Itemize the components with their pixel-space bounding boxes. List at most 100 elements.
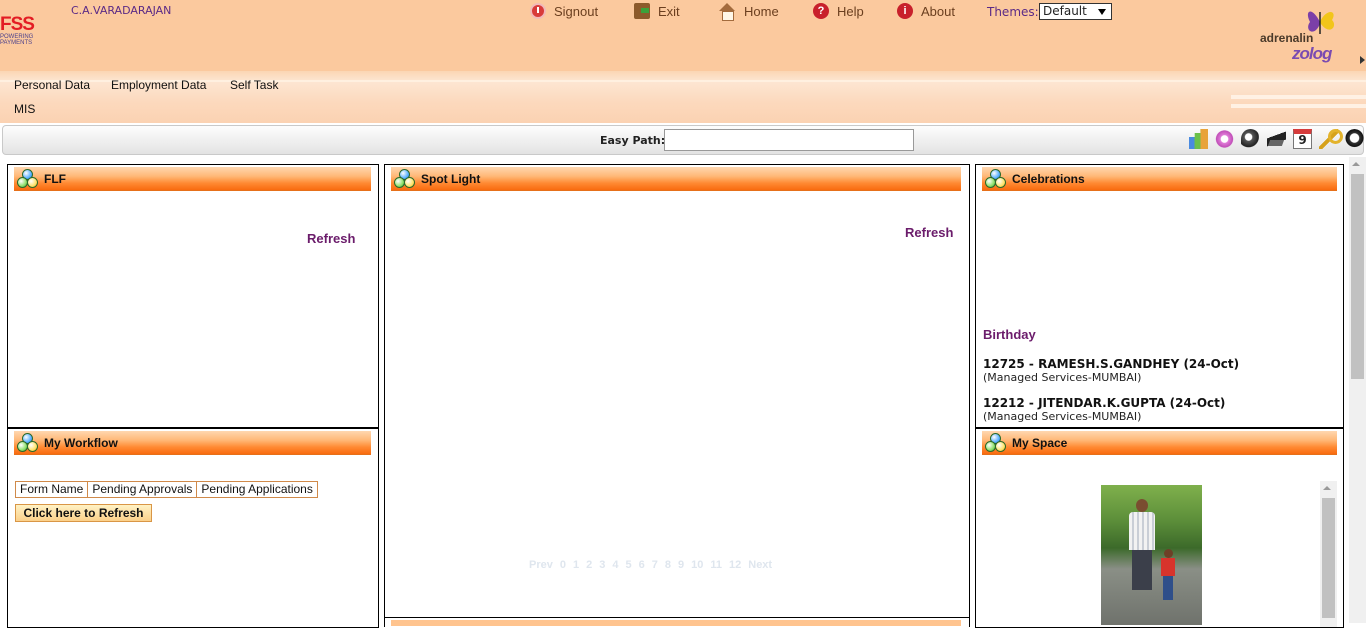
spotlight-lower-panel [384,617,970,627]
pager-page[interactable]: 12 [729,559,741,571]
expand-arrow-icon[interactable] [1360,56,1365,64]
spotlight-pager: Prev 0 1 2 3 4 5 6 7 8 9 10 11 12 Next [529,559,779,571]
scrollbar-thumb[interactable] [1351,174,1364,379]
menu-personal-data[interactable]: Personal Data [14,78,90,92]
signout-link[interactable]: Signout [530,2,598,20]
pager-page[interactable]: 5 [625,559,631,571]
pager-page[interactable]: 9 [678,559,684,571]
menu-divider [1231,95,1366,99]
spotlight-title: Spot Light [421,172,481,186]
birthday-heading: Birthday [983,327,1036,342]
scroll-up-icon[interactable] [1352,162,1360,166]
chart-icon[interactable] [1189,129,1208,149]
pager-next[interactable]: Next [748,559,772,571]
adrenalin-zolog-logo: adrenalin zolog [1258,4,1366,66]
spotlight-panel-header: Spot Light [391,167,961,191]
birthday-dept: (Managed Services-MUMBAI) [983,371,1142,384]
spotlight-refresh-link[interactable]: Refresh [905,225,953,240]
widget-icon [394,168,416,190]
scrollbar-thumb[interactable] [1322,498,1335,618]
about-link[interactable]: i About [897,2,955,20]
pager-page[interactable]: 7 [652,559,658,571]
user-profile-icon[interactable] [1241,129,1260,149]
birthday-entry: 12212 - JITENDAR.K.GUPTA (24-Oct) (Manag… [983,396,1225,423]
menu-self-task[interactable]: Self Task [230,78,278,92]
page-scrollbar[interactable] [1349,157,1366,623]
birthday-dept: (Managed Services-MUMBAI) [983,410,1142,423]
pager-page[interactable]: 11 [710,559,722,571]
chevron-down-icon [1098,9,1106,15]
col-form-name: Form Name [15,481,89,498]
about-label: About [921,3,955,19]
myspace-scrollbar[interactable] [1320,481,1337,627]
widget-icon [17,168,39,190]
celebrations-panel-header: Celebrations [982,167,1337,191]
scroll-up-icon[interactable] [1323,486,1331,490]
flf-panel-header: FLF [14,167,371,191]
signout-label: Signout [554,3,599,19]
easy-path-input[interactable] [664,129,914,151]
pager-page[interactable]: 2 [586,559,592,571]
themes-label: Themes: [987,5,1039,19]
pager-page[interactable]: 10 [691,559,703,571]
col-pending-applications: Pending Applications [196,481,318,498]
main-menu: Personal Data Employment Data Self Task … [0,71,1366,123]
home-icon [718,3,736,21]
power-icon [530,3,546,19]
menu-employment-data[interactable]: Employment Data [111,78,206,92]
profile-photo [1101,485,1202,625]
calendar-icon[interactable]: 9 [1293,129,1312,149]
easy-path-bar: Easy Path: 9 [2,125,1364,155]
themes-selected-value: Default [1043,4,1087,18]
help-label: Help [837,3,864,19]
app-header: FSS POWERING PAYMENTS C.A.VARADARAJAN Si… [0,0,1366,71]
birthday-name: 12212 - JITENDAR.K.GUPTA (24-Oct) [983,396,1226,410]
workflow-title: My Workflow [44,436,118,450]
brand-adrenalin: adrenalin [1260,31,1314,45]
home-label: Home [744,3,779,19]
settings-gear-icon[interactable] [1215,129,1234,149]
flf-title: FLF [44,172,66,186]
birthday-entry: 12725 - RAMESH.S.GANDHEY (24-Oct) (Manag… [983,357,1239,384]
workflow-panel-header: My Workflow [14,431,371,455]
logo-text: FSS [0,14,35,35]
key-icon[interactable] [1319,129,1343,149]
exit-label: Exit [658,3,680,19]
pager-page[interactable]: 8 [665,559,671,571]
workflow-table-header: Form Name Pending Approvals Pending Appl… [15,481,318,498]
support-person-icon[interactable] [1345,129,1364,149]
pager-page[interactable]: 4 [612,559,618,571]
celebrations-title: Celebrations [1012,172,1085,186]
pager-page[interactable]: 0 [560,559,566,571]
toolbar-icons: 9 [1189,129,1364,151]
themes-select[interactable]: Default [1039,3,1112,20]
pager-page[interactable]: 6 [639,559,645,571]
pen-tool-icon[interactable] [1267,129,1286,149]
brand-zolog: zolog [1292,44,1332,63]
workflow-panel: My Workflow Form Name Pending Approvals … [7,428,379,628]
home-link[interactable]: Home [718,2,779,21]
user-name: C.A.VARADARAJAN [71,4,172,17]
celebrations-panel: Celebrations Birthday 12725 - RAMESH.S.G… [975,164,1344,428]
myspace-panel-header: My Space [982,431,1337,455]
flf-panel: FLF Refresh [7,164,379,428]
birthday-name: 12725 - RAMESH.S.GANDHEY (24-Oct) [983,357,1240,371]
pager-page[interactable]: 3 [599,559,605,571]
exit-link[interactable]: Exit [634,2,680,20]
workflow-refresh-button[interactable]: Click here to Refresh [15,504,152,522]
pager-prev[interactable]: Prev [529,559,553,571]
help-link[interactable]: ? Help [813,2,864,20]
widget-icon [985,168,1007,190]
widget-icon [985,432,1007,454]
fss-logo: FSS POWERING PAYMENTS [0,14,46,56]
myspace-title: My Space [1012,436,1068,450]
spotlight-panel: Spot Light Refresh Prev 0 1 2 3 4 5 6 7 … [384,164,970,619]
flf-refresh-link[interactable]: Refresh [307,231,355,246]
pager-page[interactable]: 1 [573,559,579,571]
info-icon: i [897,3,913,19]
myspace-panel: My Space [975,428,1344,628]
menu-mis[interactable]: MIS [14,102,35,116]
easy-path-label: Easy Path: [600,134,666,147]
help-icon: ? [813,3,829,19]
exit-door-icon [634,3,650,19]
